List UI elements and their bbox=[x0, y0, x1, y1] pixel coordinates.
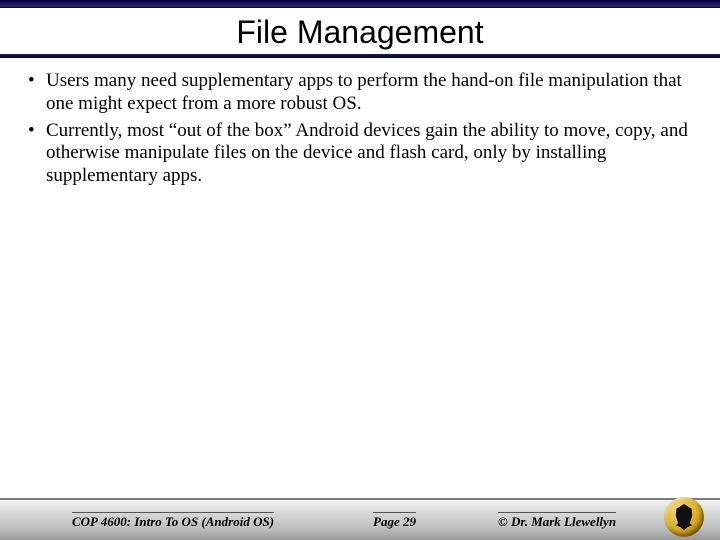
footer-page: Page 29 bbox=[373, 512, 416, 530]
footer-author: © Dr. Mark Llewellyn bbox=[498, 512, 616, 530]
footer: COP 4600: Intro To OS (Android OS) Page … bbox=[0, 508, 720, 530]
seal-circle bbox=[664, 497, 704, 537]
bullet-list: Users many need supplementary apps to pe… bbox=[26, 70, 694, 188]
title-underline bbox=[0, 54, 720, 58]
slide-title: File Management bbox=[0, 14, 720, 51]
list-item: Users many need supplementary apps to pe… bbox=[26, 70, 694, 116]
list-item: Currently, most “out of the box” Android… bbox=[26, 120, 694, 188]
slide: File Management Users many need suppleme… bbox=[0, 0, 720, 540]
top-accent-bar bbox=[0, 0, 720, 8]
slide-body: Users many need supplementary apps to pe… bbox=[26, 70, 694, 192]
footer-course: COP 4600: Intro To OS (Android OS) bbox=[72, 512, 274, 530]
pegasus-icon bbox=[675, 504, 693, 530]
ucf-seal-icon bbox=[664, 497, 704, 537]
